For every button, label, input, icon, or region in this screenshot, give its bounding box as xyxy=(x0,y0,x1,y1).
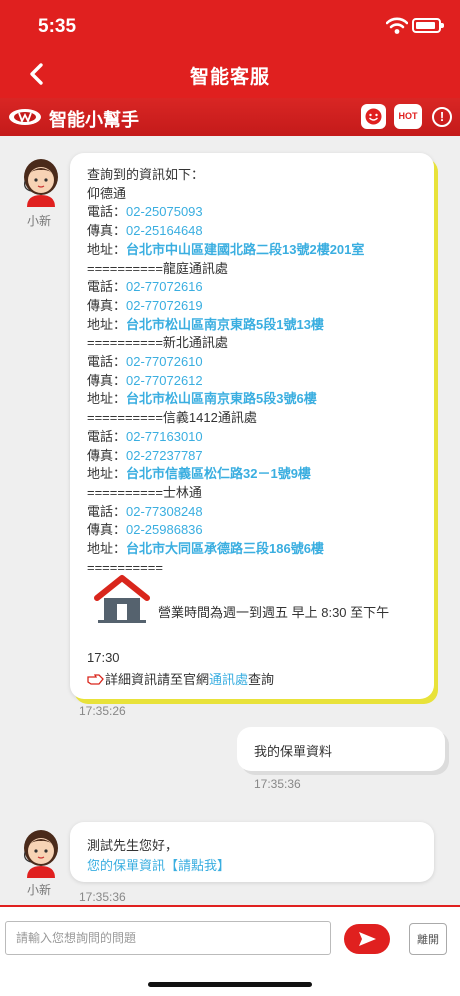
detail-info-line: 詳細資訊請至官網通訊處查詢 xyxy=(87,669,274,688)
office-info-line: 查詢到的資訊如下： xyxy=(87,167,205,182)
info-field-label: 地址： xyxy=(87,391,127,407)
office-info-line: 仰德通 xyxy=(87,185,127,201)
phone-link[interactable]: 02-27237787 xyxy=(126,448,203,463)
brand-logo-icon xyxy=(9,109,41,125)
phone-link[interactable]: 02-77072610 xyxy=(126,354,203,369)
address-link[interactable]: 台北市松山區南京東路5段1號13樓 xyxy=(126,317,324,332)
office-info-line: ==========信義1412通訊處 xyxy=(87,410,257,426)
phone-link[interactable]: 02-77072612 xyxy=(126,373,203,388)
info-icon[interactable]: ! xyxy=(432,107,452,127)
office-info-line: 傳真：02-77072612 xyxy=(87,372,434,391)
address-link[interactable]: 台北市信義區松仁路32－1號9樓 xyxy=(126,466,311,481)
phone-link[interactable]: 02-77163010 xyxy=(126,429,203,444)
page-title: 智能客服 xyxy=(189,67,270,88)
info-field-label: 電話： xyxy=(87,354,127,370)
nav-bar: 智能客服 xyxy=(0,50,460,98)
send-icon xyxy=(359,932,376,946)
office-info-line: ==========龍庭通訊處 xyxy=(87,260,228,276)
leave-button[interactable]: 離開 xyxy=(409,923,447,955)
office-info-line: 電話：02-25075093 xyxy=(87,203,434,222)
phone-link[interactable]: 02-25164648 xyxy=(126,223,203,238)
hot-button[interactable]: HOT xyxy=(394,104,422,129)
info-field-label: 地址： xyxy=(87,541,127,557)
message-timestamp: 17:35:36 xyxy=(254,777,301,791)
address-link[interactable]: 台北市松山區南京東路5段3號6樓 xyxy=(126,391,317,406)
info-field-label: 傳真： xyxy=(87,297,127,313)
wifi-icon xyxy=(386,17,408,34)
info-field-label: 地址： xyxy=(87,316,127,332)
smiley-icon[interactable] xyxy=(361,104,386,129)
phone-link[interactable]: 02-77072619 xyxy=(126,298,203,313)
battery-icon xyxy=(412,18,444,33)
info-field-label: 電話： xyxy=(87,503,127,519)
office-info-line: 電話：02-77308248 xyxy=(87,503,434,522)
status-time: 5:35 xyxy=(38,16,77,37)
office-info-line: 傳真：02-25986836 xyxy=(87,521,434,540)
info-field-label: 電話： xyxy=(87,428,127,444)
info-field-label: 電話： xyxy=(87,204,127,220)
phone-link[interactable]: 02-77308248 xyxy=(126,504,203,519)
bot-message-bubble: 查詢到的資訊如下： 仰德通 電話：02-25075093 傳真：02-25164648… xyxy=(70,153,434,699)
user-message-text: 我的保單資料 xyxy=(254,744,333,759)
assistant-name: 智能小幫手 xyxy=(49,110,139,130)
info-field-label: 地址： xyxy=(87,241,127,257)
agent-avatar-label: 小新 xyxy=(27,214,52,228)
business-hours-end: 17:30 xyxy=(87,650,120,665)
agent-avatar xyxy=(24,830,58,878)
reply-greeting: 測試先生您好， xyxy=(87,838,179,853)
home-indicator-area xyxy=(0,965,460,996)
phone-link[interactable]: 02-25075093 xyxy=(126,204,203,219)
question-input[interactable] xyxy=(5,921,331,955)
office-info-line: ==========士林通 xyxy=(87,484,202,500)
phone-link[interactable]: 02-25986836 xyxy=(126,522,203,537)
office-info-line: 傳真：02-27237787 xyxy=(87,447,434,466)
house-icon xyxy=(94,575,150,623)
address-link[interactable]: 台北市中山區建國北路二段13號2樓201室 xyxy=(126,242,364,257)
send-button[interactable] xyxy=(344,924,390,954)
office-info-line: 地址：台北市信義區松仁路32－1號9樓 xyxy=(87,465,434,484)
info-field-label: 傳真： xyxy=(87,372,127,388)
agent-avatar-label: 小新 xyxy=(27,883,52,897)
input-bar: 離開 xyxy=(0,905,460,965)
office-info-line: 電話：02-77072610 xyxy=(87,353,434,372)
office-link[interactable]: 通訊處 xyxy=(209,672,248,687)
message-timestamp: 17:35:26 xyxy=(79,704,126,718)
message-timestamp: 17:35:36 xyxy=(79,890,126,904)
office-info-list: 查詢到的資訊如下： 仰德通 電話：02-25075093 傳真：02-25164648… xyxy=(87,166,434,577)
office-info-line: 地址：台北市松山區南京東路5段3號6樓 xyxy=(87,390,434,409)
status-bar: 5:35 xyxy=(0,0,460,50)
office-info-line: ==========新北通訊處 xyxy=(87,335,228,351)
info-field-label: 傳真： xyxy=(87,223,127,239)
office-info-line: 傳真：02-25164648 xyxy=(87,222,434,241)
bot-reply-bubble: 測試先生您好， 您的保單資訊【請點我】 xyxy=(70,822,434,882)
info-field-label: 地址： xyxy=(87,466,127,482)
office-info-line: 地址：台北市大同區承德路三段186號6樓 xyxy=(87,540,434,559)
business-hours: 營業時間為週一到週五 早上 8:30 至下午 xyxy=(158,605,390,620)
detail-suffix: 查詢 xyxy=(248,672,275,687)
policy-info-link[interactable]: 您的保單資訊【請點我】 xyxy=(87,855,230,874)
pointing-hand-icon xyxy=(87,674,104,685)
info-field-label: 傳真： xyxy=(87,522,127,538)
address-link[interactable]: 台北市大同區承德路三段186號6樓 xyxy=(126,541,324,556)
user-message-bubble: 我的保單資料 xyxy=(237,727,445,771)
office-info-line: 電話：02-77163010 xyxy=(87,428,434,447)
detail-prefix: 詳細資訊請至官網 xyxy=(105,672,210,687)
office-info-line: 電話：02-77072616 xyxy=(87,278,434,297)
phone-link[interactable]: 02-77072616 xyxy=(126,279,203,294)
home-indicator[interactable] xyxy=(148,982,312,987)
info-field-label: 電話： xyxy=(87,279,127,295)
office-info-line: 地址：台北市松山區南京東路5段1號13樓 xyxy=(87,316,434,335)
office-info-line: 傳真：02-77072619 xyxy=(87,297,434,316)
assistant-header: 智能小幫手 HOT ! xyxy=(0,98,460,136)
info-field-label: 傳真： xyxy=(87,447,127,463)
office-info-line: 地址：台北市中山區建國北路二段13號2樓201室 xyxy=(87,241,434,260)
agent-avatar xyxy=(24,159,58,207)
